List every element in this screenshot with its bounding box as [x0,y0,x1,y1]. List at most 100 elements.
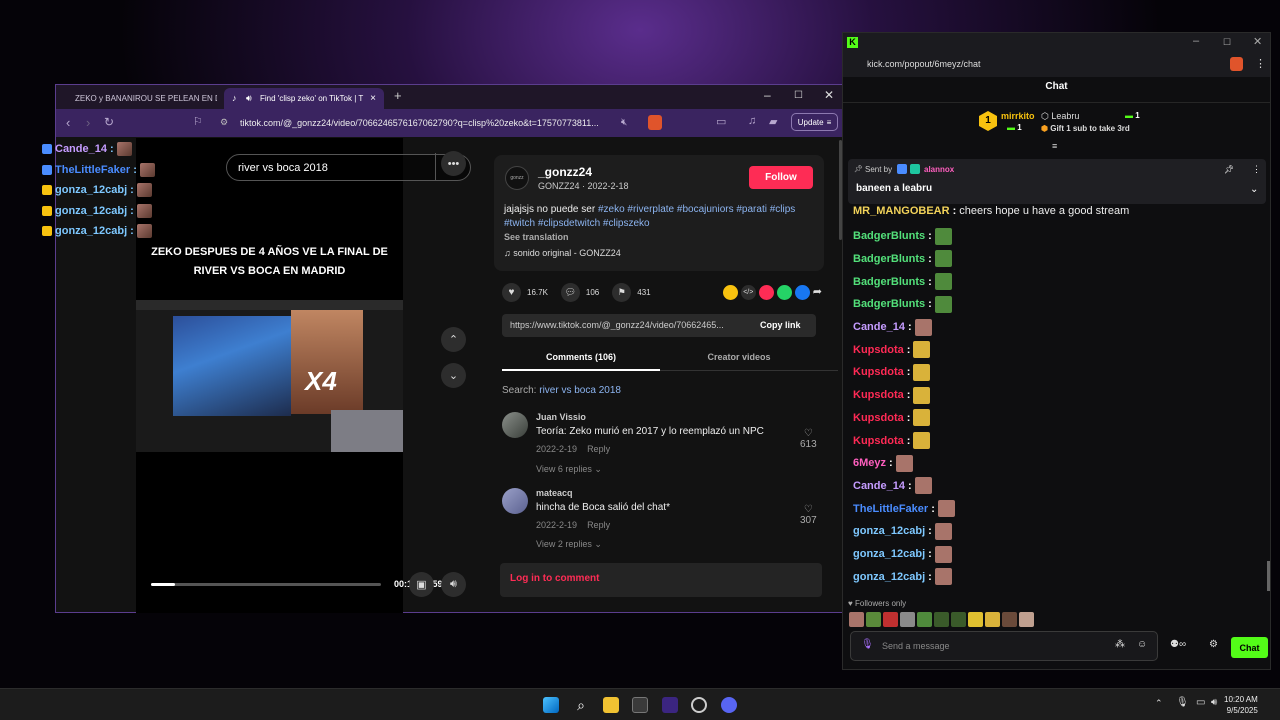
comment-user[interactable]: mateacq [536,488,573,498]
comment-like[interactable]: ♡ 307 [800,504,817,526]
chat-username[interactable]: gonza_12cabj [853,548,925,560]
search-link[interactable]: river vs boca 2018 [539,385,621,396]
reply-button[interactable]: Reply [587,520,610,530]
windows-start-icon[interactable] [543,697,559,713]
chat-username[interactable]: Kupsdota [853,435,904,447]
points-icon[interactable]: ⚉∞ [1170,639,1186,650]
chat-username[interactable]: Kupsdota [853,389,904,401]
coin-icon[interactable] [722,284,738,300]
more-options-icon[interactable]: ••• [441,151,466,176]
picture-in-picture-icon[interactable]: ▣ [409,572,434,597]
emote-icon[interactable] [985,612,1000,627]
comment-icon[interactable]: 💬︎ [560,282,580,302]
search-input[interactable]: river vs boca 2018 ⌕ [226,153,471,181]
tab-comments[interactable]: Comments (106) [502,352,660,362]
chevron-up-icon[interactable]: ⌃ [441,327,466,352]
heart-icon[interactable]: ♡ [804,428,813,439]
chat-username[interactable]: gonza_12cabj [853,571,925,583]
chat-username[interactable]: Kupsdota [853,344,904,356]
leader1-name[interactable]: mirrkito [1001,111,1035,121]
emote-icon[interactable] [1019,612,1034,627]
comment-like[interactable]: ♡ 613 [800,428,817,450]
view-replies[interactable]: View 6 replies ⌄ [536,464,602,475]
copy-link-button[interactable]: Copy link [760,320,801,330]
whatsapp-icon[interactable] [776,284,792,300]
tab-creator-videos[interactable]: Creator videos [660,352,818,362]
emote-icon[interactable] [968,612,983,627]
maximize-icon[interactable]: ☐ [794,90,803,101]
settings-icon[interactable]: ⚙ [1209,639,1218,650]
leader2-entry[interactable]: ⬡ Leabru [1041,111,1079,122]
chevron-down-icon[interactable]: ⌄ [441,363,466,388]
sound-link[interactable]: ♫ sonido original - GONZZ24 [504,248,621,258]
save-icon[interactable]: ⚑ [612,282,632,302]
emoji-icon[interactable]: ☺ [1137,639,1147,650]
tab-youtube[interactable]: ZEKO y BANANIROU SE PELEAN EN D [62,88,217,109]
chat-username[interactable]: BadgerBlunts [853,253,925,265]
close-window-icon[interactable]: ✕ [824,88,834,102]
store-icon[interactable] [632,697,648,713]
emote-icon[interactable] [1002,612,1017,627]
file-explorer-icon[interactable] [603,697,619,713]
maximize-icon[interactable]: ☐ [1223,37,1231,48]
tab-tiktok[interactable]: ♪ 🔊︎ Find 'clisp zeko' on TikTok | T × [224,88,384,109]
unpin-icon[interactable]: 📌︎ [1224,165,1234,174]
update-button[interactable]: Update ≡ [791,113,838,131]
new-tab-icon[interactable]: + [394,88,402,103]
chat-username[interactable]: 6Meyz [853,457,886,469]
pinned-user[interactable]: alannox [924,165,954,174]
minimize-icon[interactable]: – [1193,35,1199,47]
more-icon[interactable]: ⋮ [1252,164,1261,175]
login-to-comment[interactable]: Log in to comment [500,563,822,597]
emote-icon[interactable] [934,612,949,627]
avatar[interactable] [502,488,528,514]
microphone-icon[interactable]: 🎙︎ [861,639,874,650]
comment-user[interactable]: Juan Vissio [536,412,586,422]
chat-username[interactable]: BadgerBlunts [853,230,925,242]
reply-button[interactable]: Reply [587,444,610,454]
chat-input[interactable]: 🎙︎ Send a message ⁂ ☺ [850,631,1158,661]
search-icon[interactable]: ⌕ [573,697,589,713]
chat-username[interactable]: Cande_14 [853,480,905,492]
emote-icon[interactable] [866,612,881,627]
translate-icon[interactable]: ⁂ [1115,639,1125,650]
back-icon[interactable]: ‹ [66,115,70,130]
microphone-icon[interactable]: 🎙︎ [1176,697,1189,708]
progress-bar[interactable] [151,583,381,586]
send-icon[interactable] [758,284,774,300]
more-icon[interactable]: ⋮ [1255,57,1266,70]
emote-icon[interactable] [951,612,966,627]
emote-icon[interactable] [849,612,864,627]
chat-username[interactable]: Kupsdota [853,412,904,424]
follow-button[interactable]: Follow [749,166,813,189]
emote-icon[interactable] [900,612,915,627]
chat-username[interactable]: BadgerBlunts [853,276,925,288]
scrollbar[interactable] [1267,561,1270,591]
chat-send-button[interactable]: Chat [1231,637,1268,658]
tray-chevron-icon[interactable]: ⌃ [1155,698,1163,709]
media-icon[interactable]: ♫ [748,115,756,127]
chat-username[interactable]: Cande_14 [853,321,905,333]
chat-username[interactable]: gonza_12cabj [853,525,925,537]
heart-icon[interactable]: ♡ [804,504,813,515]
embed-icon[interactable]: </> [740,284,756,300]
expand-icon[interactable]: ≡ [1052,141,1057,151]
video-player[interactable]: river vs boca 2018 ⌕ ZEKO DESPUES DE 4 A… [136,138,471,613]
sidebar-icon[interactable]: ▭ [716,115,726,128]
like-icon[interactable]: ♥ [502,282,521,302]
chat-username[interactable]: Kupsdota [853,366,904,378]
network-icon[interactable]: ▭ [1196,697,1205,708]
extensions-icon[interactable]: ▰ [769,115,777,128]
avatar[interactable] [502,412,528,438]
url-field[interactable]: ⚙ tiktok.com/@_gonzz24/video/70662465761… [198,113,668,133]
close-window-icon[interactable]: ✕ [1253,35,1262,48]
close-tab-icon[interactable]: × [370,93,376,104]
app-icon[interactable] [691,697,707,713]
reload-icon[interactable]: ↻ [104,115,114,129]
volume-icon[interactable]: 🔊︎ [441,572,466,597]
discord-icon[interactable] [721,697,737,713]
share-icon[interactable]: ➦ [813,285,822,300]
app-icon[interactable] [662,697,678,713]
facebook-icon[interactable] [794,284,810,300]
brave-shield-icon[interactable] [648,115,662,130]
